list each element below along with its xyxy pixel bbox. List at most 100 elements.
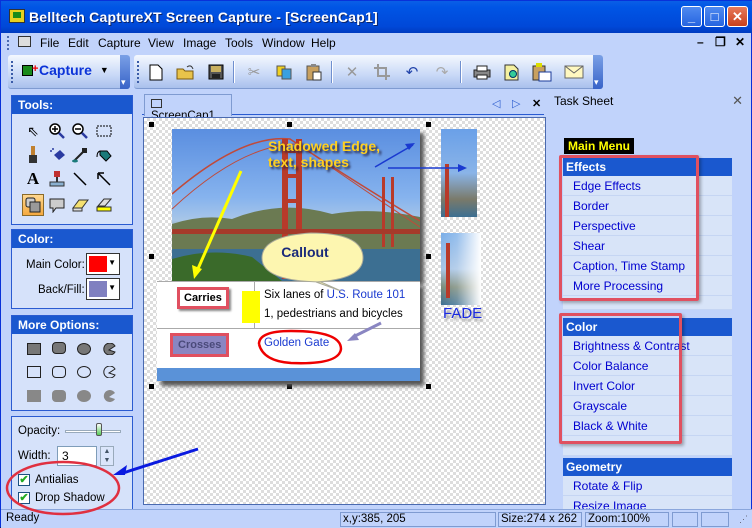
close-icon[interactable]: ✕ <box>732 93 743 109</box>
shadowed-text-annotation[interactable]: Shadowed Edge, text, shapes <box>268 138 380 170</box>
save-disk-icon[interactable] <box>206 62 226 82</box>
menu-tools[interactable]: Tools <box>225 36 253 50</box>
crop-icon[interactable] <box>372 62 392 82</box>
app-icon[interactable] <box>9 9 25 23</box>
fill-only-rect-shape[interactable] <box>27 390 41 402</box>
toolbar-overflow-button[interactable] <box>593 55 603 89</box>
main-menu-label[interactable]: Main Menu <box>564 138 634 154</box>
resize-handle[interactable] <box>287 122 292 127</box>
table-line <box>157 328 420 329</box>
menu-edit[interactable]: Edit <box>68 36 89 50</box>
fill-only-ellipse-shape[interactable] <box>77 390 91 402</box>
close-button[interactable]: ✕ <box>727 6 748 27</box>
text-tool-icon[interactable]: A <box>22 168 44 190</box>
delete-x-icon[interactable]: ✕ <box>342 62 362 82</box>
annotation-line-2: text, shapes <box>268 154 349 170</box>
menubar-grip[interactable] <box>7 36 9 50</box>
toolbar-grip[interactable] <box>11 61 13 83</box>
chevron-down-icon[interactable]: ▼ <box>100 65 109 75</box>
task-rotate-flip[interactable]: Rotate & Flip <box>563 476 732 496</box>
eyedropper-icon[interactable] <box>69 144 91 166</box>
resize-handle[interactable] <box>149 254 154 259</box>
paste-icon[interactable] <box>304 62 324 82</box>
toolbar-grip[interactable] <box>137 61 139 83</box>
printer-icon[interactable] <box>472 62 492 82</box>
geometry-header[interactable]: Geometry <box>563 458 732 476</box>
drop-shadow-checkbox[interactable]: ✔ <box>18 492 30 504</box>
highlighter-icon[interactable] <box>93 194 115 216</box>
fill-bucket-icon[interactable] <box>93 144 115 166</box>
resize-handle[interactable] <box>149 384 154 389</box>
filled-pie-shape[interactable] <box>102 342 116 356</box>
resize-grip-icon[interactable]: ⋰ <box>739 514 748 525</box>
new-document-icon[interactable] <box>146 62 166 82</box>
menu-help[interactable]: Help <box>311 36 336 50</box>
opacity-slider-thumb[interactable] <box>96 423 102 436</box>
print-preview-icon[interactable] <box>502 62 522 82</box>
outline-pie-shape[interactable] <box>102 365 116 379</box>
menu-file[interactable]: File <box>40 36 59 50</box>
eraser-icon[interactable] <box>69 194 91 216</box>
shape-tool-icon[interactable] <box>22 194 44 216</box>
menu-window[interactable]: Window <box>262 36 305 50</box>
filled-ellipse-shape[interactable] <box>77 343 91 355</box>
fade-thumbnail <box>441 233 481 305</box>
filled-rect-shape[interactable] <box>27 343 41 355</box>
tab-screencap1[interactable]: ScreenCap1 <box>144 94 232 122</box>
mdi-restore-button[interactable]: ❐ <box>715 35 726 49</box>
mdi-close-button[interactable]: ✕ <box>735 35 745 49</box>
maximize-button[interactable]: □ <box>704 6 725 27</box>
select-tool-icon[interactable]: ⇖ <box>22 120 44 142</box>
resize-handle[interactable] <box>287 384 292 389</box>
back-fill-color-picker[interactable]: ▼ <box>86 278 120 300</box>
outline-roundrect-shape[interactable] <box>52 366 66 378</box>
opacity-slider-track[interactable] <box>65 430 121 433</box>
tab-next-icon[interactable]: ▷ <box>512 97 520 110</box>
fill-only-roundrect-shape[interactable] <box>52 390 66 402</box>
spray-icon[interactable] <box>46 144 68 166</box>
minimize-button[interactable]: _ <box>681 6 702 27</box>
image-canvas[interactable]: Shadowed Edge, text, shapes Carries Six … <box>143 117 546 505</box>
rect-select-icon[interactable] <box>93 120 115 142</box>
outline-ellipse-shape[interactable] <box>77 366 91 378</box>
width-spinner[interactable]: ▲ ▼ <box>100 446 114 466</box>
zoom-in-icon[interactable] <box>46 120 68 142</box>
document-system-icon[interactable] <box>18 36 31 47</box>
zoom-readout: Zoom:100% <box>585 512 669 527</box>
arrow-tool-icon[interactable] <box>93 168 115 190</box>
golden-gate-link[interactable]: Golden Gate <box>264 337 329 349</box>
task-resize-image[interactable]: Resize Image <box>563 496 732 509</box>
zoom-out-icon[interactable] <box>69 120 91 142</box>
resize-handle[interactable] <box>426 254 431 259</box>
toolbar-overflow-button[interactable] <box>120 55 130 89</box>
capture-button[interactable]: Capture ▼ <box>22 62 109 82</box>
callout-tool-icon[interactable] <box>46 194 68 216</box>
route-link[interactable]: U.S. Route 101 <box>327 289 406 301</box>
mdi-minimize-button[interactable]: – <box>697 35 704 49</box>
scissors-icon[interactable]: ✂ <box>244 62 264 82</box>
redo-icon[interactable]: ↷ <box>432 62 452 82</box>
tab-close-icon[interactable]: ✕ <box>532 97 541 110</box>
open-folder-icon[interactable] <box>176 62 196 82</box>
outline-rect-shape[interactable] <box>27 366 41 378</box>
drop-shadow-label: Drop Shadow <box>35 492 105 504</box>
paste-new-icon[interactable] <box>532 62 552 82</box>
filled-roundrect-shape[interactable] <box>52 342 66 354</box>
brush-icon[interactable] <box>22 144 44 166</box>
main-color-picker[interactable]: ▼ <box>86 253 120 275</box>
menu-image[interactable]: Image <box>183 36 216 50</box>
menu-capture[interactable]: Capture <box>98 36 141 50</box>
resize-handle[interactable] <box>149 122 154 127</box>
stamp-icon[interactable] <box>46 168 68 190</box>
envelope-icon[interactable] <box>564 62 584 82</box>
antialias-checkbox[interactable]: ✔ <box>18 474 30 486</box>
undo-icon[interactable]: ↶ <box>402 62 422 82</box>
menu-view[interactable]: View <box>148 36 174 50</box>
line-tool-icon[interactable] <box>69 168 91 190</box>
resize-handle[interactable] <box>426 122 431 127</box>
fill-only-pie-shape[interactable] <box>102 390 116 402</box>
copy-icon[interactable] <box>274 62 294 82</box>
resize-handle[interactable] <box>426 384 431 389</box>
width-input[interactable]: 3 <box>57 446 97 466</box>
tab-prev-icon[interactable]: ◁ <box>492 97 500 110</box>
